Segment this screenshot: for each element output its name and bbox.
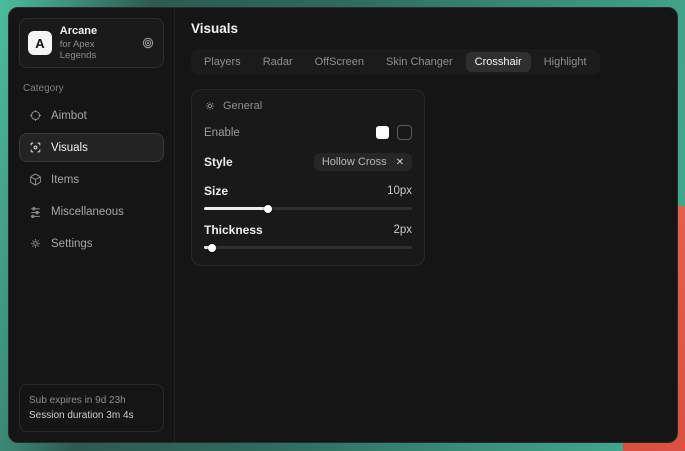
size-slider[interactable] <box>204 207 412 210</box>
tab-skin-changer[interactable]: Skin Changer <box>377 52 462 72</box>
enable-controls <box>376 125 412 140</box>
sub-expiry-text: Sub expires in 9d 23h <box>29 393 154 408</box>
sidebar-item-label: Items <box>51 174 79 186</box>
thickness-slider[interactable] <box>204 246 412 249</box>
enable-row: Enable <box>204 125 412 140</box>
general-panel: General Enable Style Hollow Cross ✕ Size… <box>191 89 425 266</box>
color-swatch[interactable] <box>376 126 389 139</box>
tab-offscreen[interactable]: OffScreen <box>306 52 373 72</box>
sidebar-item-label: Miscellaneous <box>51 206 124 218</box>
target-icon[interactable] <box>141 36 155 50</box>
sidebar-item-aimbot[interactable]: Aimbot <box>19 101 164 130</box>
tab-radar[interactable]: Radar <box>254 52 302 72</box>
clear-icon[interactable]: ✕ <box>396 157 404 168</box>
tab-bar: Players Radar OffScreen Skin Changer Cro… <box>191 49 600 75</box>
enable-label: Enable <box>204 127 240 139</box>
subscription-card: Sub expires in 9d 23h Session duration 3… <box>19 384 164 432</box>
sidebar-nav: Aimbot Visuals <box>19 101 164 258</box>
sidebar-item-settings[interactable]: Settings <box>19 229 164 258</box>
enable-checkbox[interactable] <box>397 125 412 140</box>
crosshair-icon <box>29 109 42 122</box>
style-select[interactable]: Hollow Cross ✕ <box>314 153 412 171</box>
panel-title: General <box>223 100 262 112</box>
main-content: Visuals Players Radar OffScreen Skin Cha… <box>175 8 677 442</box>
sidebar-item-items[interactable]: Items <box>19 165 164 194</box>
tab-highlight[interactable]: Highlight <box>535 52 596 72</box>
page-title: Visuals <box>191 21 661 36</box>
brand-text: Arcane for Apex Legends <box>60 25 133 61</box>
brand-title: Arcane <box>60 25 133 37</box>
gear-icon <box>29 237 42 250</box>
sidebar-item-label: Aimbot <box>51 110 87 122</box>
tab-crosshair[interactable]: Crosshair <box>466 52 531 72</box>
sidebar-spacer <box>19 258 164 384</box>
app-window: A Arcane for Apex Legends Category <box>8 7 678 443</box>
thickness-label: Thickness <box>204 223 263 237</box>
sidebar: A Arcane for Apex Legends Category <box>9 8 175 442</box>
sliders-icon <box>29 205 42 218</box>
tab-players[interactable]: Players <box>195 52 250 72</box>
panel-header: General <box>204 100 412 112</box>
eye-scan-icon <box>29 141 42 154</box>
style-row: Style Hollow Cross ✕ <box>204 153 412 171</box>
sidebar-item-visuals[interactable]: Visuals <box>19 133 164 162</box>
size-label: Size <box>204 184 228 198</box>
gear-icon <box>204 100 216 112</box>
style-value: Hollow Cross <box>322 156 387 168</box>
brand-logo: A <box>28 31 52 55</box>
session-duration-text: Session duration 3m 4s <box>29 408 154 423</box>
sidebar-item-label: Settings <box>51 238 93 250</box>
category-label: Category <box>23 83 160 94</box>
sidebar-item-label: Visuals <box>51 142 88 154</box>
thickness-value: 2px <box>393 224 412 236</box>
sidebar-item-miscellaneous[interactable]: Miscellaneous <box>19 197 164 226</box>
size-row: Size 10px <box>204 184 412 198</box>
style-label: Style <box>204 155 233 169</box>
brand-card: A Arcane for Apex Legends <box>19 18 164 68</box>
thickness-row: Thickness 2px <box>204 223 412 237</box>
size-slider-fill <box>204 207 268 210</box>
size-value: 10px <box>387 185 412 197</box>
size-slider-thumb[interactable] <box>264 205 272 213</box>
thickness-slider-thumb[interactable] <box>208 244 216 252</box>
brand-subtitle: for Apex Legends <box>60 39 133 61</box>
cube-icon <box>29 173 42 186</box>
